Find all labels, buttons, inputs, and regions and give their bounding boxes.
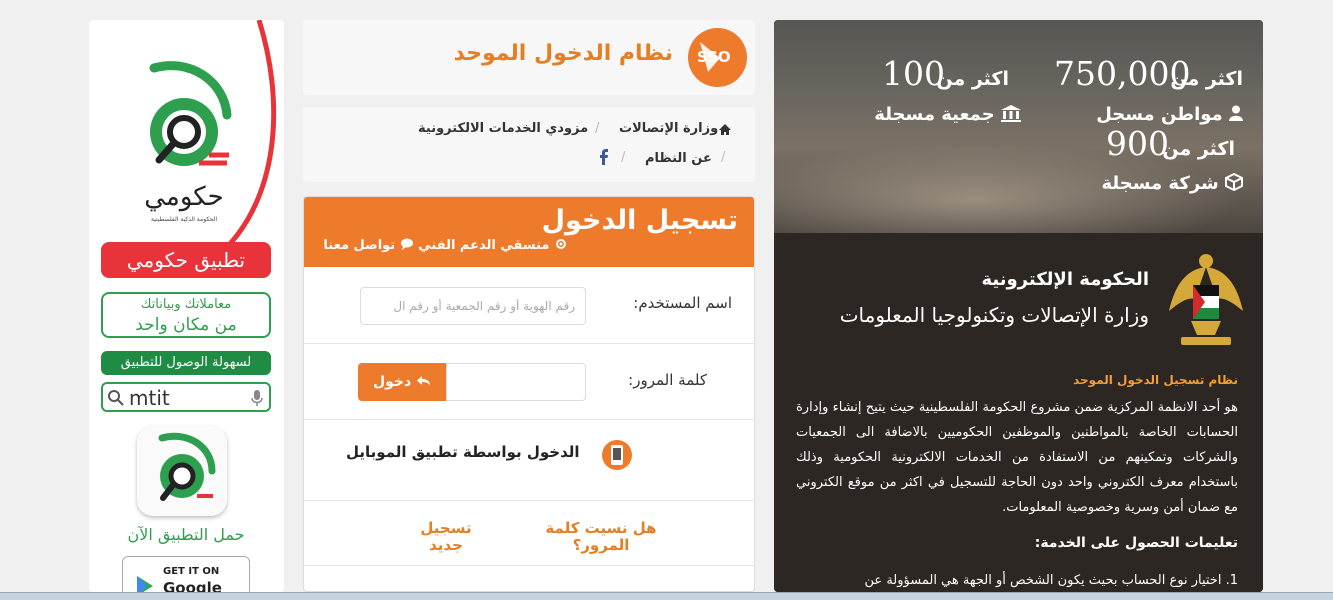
- breadcrumb: وزارة الإتصالات / مزودي الخدمات الالكترو…: [303, 107, 755, 182]
- home-icon: [719, 124, 731, 135]
- page-title: نظام الدخول الموحد: [453, 41, 673, 66]
- user-icon: [1229, 105, 1243, 121]
- companies-count: 900: [1106, 124, 1169, 163]
- app-logo-icon: [158, 432, 216, 501]
- username-label: اسم المستخدم:: [633, 294, 732, 312]
- breadcrumb-item-about[interactable]: عن النظام: [645, 151, 712, 166]
- citizens-label: مواطن مسجل: [1096, 104, 1223, 125]
- login-header: تسجيل الدخول منسقي الدعم الفني تواصل معن…: [304, 197, 754, 267]
- assoc-stat: جمعية مسجلة: [874, 104, 1021, 125]
- breadcrumb-separator: /: [721, 150, 726, 165]
- ad-banner[interactable]: حكومي الحكومة الذكية الفلسطينية تطبيق حك…: [89, 20, 284, 592]
- facebook-icon[interactable]: [599, 148, 609, 165]
- forgot-password-link[interactable]: هل نسيت كلمة المرور؟: [536, 520, 666, 554]
- companies-label: شركة مسجلة: [1101, 173, 1219, 194]
- instructions-title: تعليمات الحصول على الخدمة:: [1034, 535, 1238, 551]
- brand-subtitle: الحكومة الذكية الفلسطينية: [151, 216, 217, 223]
- search-icon: [108, 390, 124, 406]
- tagline-line1: معاملاتك وبياناتك: [140, 297, 232, 312]
- citizens-count: 750,000: [1054, 54, 1191, 93]
- divider: [304, 419, 754, 420]
- password-label: كلمة المرور:: [628, 371, 707, 389]
- os-taskbar: [0, 592, 1333, 600]
- app-icon: [137, 426, 227, 516]
- ministry-title: وزارة الإتصالات وتكنولوجيا المعلومات: [839, 303, 1149, 327]
- divider: [304, 500, 754, 501]
- sso-header: نظام الدخول الموحد SSO: [303, 20, 755, 95]
- system-name: نظام تسجيل الدخول الموحد: [1073, 373, 1238, 387]
- companies-prefix: اكثر من: [1162, 138, 1235, 160]
- cogs-icon: [556, 239, 566, 249]
- assoc-prefix: اكثر من: [936, 68, 1009, 90]
- cube-icon: [1225, 172, 1243, 192]
- google-play-badge[interactable]: GET IT ON Google: [122, 556, 250, 592]
- about-section: الحكومة الإلكترونية وزارة الإتصالات وتكن…: [774, 233, 1263, 592]
- egov-title: الحكومة الإلكترونية: [981, 269, 1149, 290]
- login-button-label: دخول: [372, 374, 412, 390]
- ad-search-query: mtit: [129, 386, 170, 410]
- bank-icon: [1001, 105, 1021, 122]
- palestine-eagle-emblem-icon: [1169, 254, 1243, 345]
- contact-link[interactable]: تواصل معنا: [323, 238, 395, 253]
- login-title: تسجيل الدخول: [541, 205, 738, 236]
- breadcrumb-separator: /: [621, 150, 626, 165]
- tagline-line2: من مكان واحد: [135, 315, 237, 335]
- play-store-icon: [137, 576, 153, 592]
- chat-bubble-icon: [400, 238, 413, 250]
- sso-logo-text: SSO: [697, 48, 731, 66]
- login-header-links: منسقي الدعم الفني تواصل معنا: [323, 237, 568, 253]
- breadcrumb-item-ministry[interactable]: وزارة الإتصالات: [619, 121, 718, 136]
- microphone-icon: [251, 390, 263, 406]
- app-title-badge: تطبيق حكومي: [101, 242, 271, 278]
- instruction-item: 1. اختيار نوع الحساب بحيث يكون الشخص أو …: [864, 573, 1238, 588]
- sso-logo: SSO: [688, 28, 747, 87]
- brand-wordmark: حكومي: [144, 182, 224, 212]
- companies-stat: شركة مسجلة: [1101, 172, 1243, 194]
- mobile-login-link[interactable]: الدخول بواسطة تطبيق الموبايل: [346, 443, 580, 461]
- gplay-line1: GET IT ON: [163, 566, 220, 577]
- stats-hero: اكثر من 750,000 مواطن مسجل اكثر من 100 ج…: [774, 20, 1263, 233]
- info-panel: اكثر من 750,000 مواطن مسجل اكثر من 100 ج…: [774, 20, 1263, 592]
- system-description: هو أحد الانظمة المركزية ضمن مشروع الحكوم…: [796, 400, 1238, 515]
- divider: [304, 565, 754, 566]
- download-app-text: حمل التطبيق الآن: [127, 525, 245, 544]
- mobile-phone-icon[interactable]: [601, 439, 633, 471]
- password-input[interactable]: [446, 363, 586, 401]
- ad-search-box: mtit: [101, 382, 271, 412]
- login-panel: تسجيل الدخول منسقي الدعم الفني تواصل معن…: [303, 196, 755, 592]
- citizens-stat: مواطن مسجل: [1096, 104, 1243, 125]
- reply-arrow-icon: [417, 376, 431, 386]
- gplay-line2: Google: [163, 579, 222, 592]
- divider: [304, 343, 754, 344]
- assoc-label: جمعية مسجلة: [874, 104, 995, 125]
- username-input[interactable]: [360, 287, 586, 325]
- hukumi-logo-icon: [149, 61, 232, 166]
- register-link[interactable]: تسجيل جديد: [416, 520, 476, 554]
- breadcrumb-item-providers[interactable]: مزودي الخدمات الالكترونية: [418, 121, 588, 136]
- access-banner: لسهولة الوصول للتطبيق: [101, 351, 271, 375]
- login-button[interactable]: دخول: [358, 363, 446, 401]
- support-link[interactable]: منسقي الدعم الفني: [418, 238, 549, 253]
- tagline-box: معاملاتك وبياناتك من مكان واحد: [101, 292, 271, 338]
- breadcrumb-separator: /: [595, 121, 600, 136]
- assoc-count: 100: [882, 54, 945, 93]
